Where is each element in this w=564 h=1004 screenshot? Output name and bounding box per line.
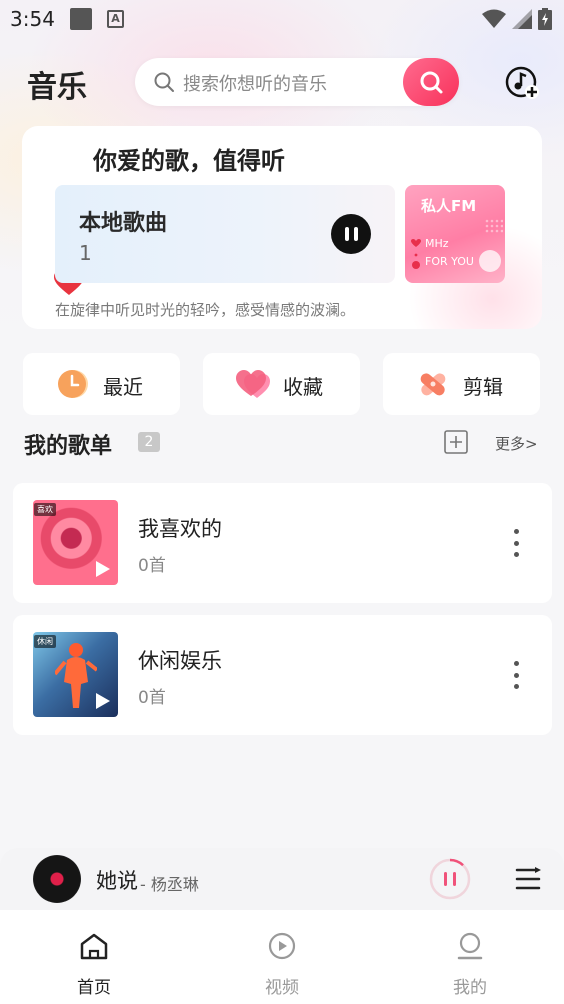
playlist-name: 我喜欢的 bbox=[138, 517, 222, 541]
search-icon bbox=[420, 71, 443, 94]
clock-icon bbox=[58, 370, 88, 398]
notification-app-icon bbox=[70, 8, 92, 30]
nav-item-home[interactable]: 首页 bbox=[34, 910, 154, 1004]
search-bar[interactable]: 搜索你想听的音乐 bbox=[135, 58, 459, 106]
menu-dot bbox=[513, 529, 519, 534]
playlists-title: 我的歌单 bbox=[24, 434, 113, 459]
playlists-count-badge: 2 bbox=[138, 432, 160, 452]
status-time: 3:54 bbox=[10, 7, 55, 31]
playlist-item[interactable]: 喜欢 我喜欢的 0首 bbox=[13, 483, 552, 603]
menu-dot bbox=[513, 661, 519, 666]
search-input[interactable]: 搜索你想听的音乐 bbox=[183, 70, 327, 96]
fm-small-icons bbox=[411, 239, 421, 269]
nav-label-video: 视频 bbox=[265, 978, 299, 998]
nav-item-video[interactable]: 视频 bbox=[222, 910, 342, 1004]
pause-bar bbox=[353, 227, 358, 241]
profile-icon bbox=[457, 932, 483, 960]
more-options-icon[interactable] bbox=[511, 529, 521, 557]
add-playlist-button[interactable] bbox=[444, 430, 468, 454]
playlist-cover: 喜欢 bbox=[33, 500, 118, 585]
home-icon bbox=[80, 933, 108, 960]
menu-dot bbox=[513, 540, 519, 546]
more-options-icon[interactable] bbox=[511, 661, 521, 689]
mini-player[interactable]: 她说 - 杨丞琳 bbox=[0, 848, 564, 910]
playlist-queue-icon[interactable] bbox=[515, 866, 541, 892]
nav-label-profile: 我的 bbox=[453, 978, 487, 998]
music-recognition-button[interactable] bbox=[504, 64, 540, 100]
playlist-cover: 休闲 bbox=[33, 632, 118, 717]
cover-figure bbox=[55, 643, 97, 708]
playlist-song-count: 0首 bbox=[138, 688, 166, 708]
fm-line-1: MHz bbox=[425, 237, 449, 250]
playlist-cover-tag: 休闲 bbox=[34, 635, 56, 648]
recent-label: 最近 bbox=[103, 375, 143, 399]
playlist-cover-tag: 喜欢 bbox=[34, 503, 56, 516]
status-bar: 3:54 A bbox=[0, 0, 564, 38]
battery-icon bbox=[538, 8, 552, 30]
status-right bbox=[482, 8, 552, 30]
search-button[interactable] bbox=[403, 58, 459, 106]
wifi-icon bbox=[482, 9, 506, 28]
favorites-button[interactable]: 收藏 bbox=[203, 353, 360, 415]
search-icon bbox=[154, 72, 174, 92]
private-fm-card[interactable]: 私人FM MHz FOR YOU bbox=[405, 185, 505, 283]
pause-bar bbox=[344, 227, 349, 241]
bottom-nav: 首页 视频 我的 bbox=[0, 910, 564, 1004]
now-playing-artist: - 杨丞琳 bbox=[140, 875, 199, 894]
recommend-caption: 在旋律中听见时光的轻吟，感受情感的波澜。 bbox=[55, 301, 356, 319]
fm-knob bbox=[479, 250, 501, 272]
nav-label-home: 首页 bbox=[77, 978, 111, 998]
pause-button[interactable] bbox=[429, 858, 471, 900]
fm-line-2: FOR YOU bbox=[425, 255, 474, 268]
favorites-label: 收藏 bbox=[283, 375, 323, 399]
page-title: 音乐 bbox=[27, 70, 87, 105]
nav-item-profile[interactable]: 我的 bbox=[410, 910, 530, 1004]
local-songs-label: 本地歌曲 bbox=[79, 211, 168, 236]
album-disc bbox=[33, 855, 81, 903]
dot-grid-icon bbox=[485, 219, 503, 233]
recent-button[interactable]: 最近 bbox=[23, 353, 180, 415]
recommend-title: 你爱的歌，值得听 bbox=[93, 147, 285, 175]
now-playing-title: 她说 bbox=[96, 869, 138, 893]
clips-label: 剪辑 bbox=[463, 375, 503, 399]
playlist-item[interactable]: 休闲 休闲娱乐 0首 bbox=[13, 615, 552, 735]
clips-button[interactable]: 剪辑 bbox=[383, 353, 540, 415]
more-link[interactable]: 更多> bbox=[495, 433, 538, 454]
playlist-name: 休闲娱乐 bbox=[138, 649, 222, 673]
hearts-icon bbox=[236, 370, 270, 398]
play-icon bbox=[96, 561, 110, 577]
cellular-signal-icon bbox=[512, 9, 532, 29]
play-icon bbox=[96, 693, 110, 709]
local-pause-button[interactable] bbox=[331, 214, 371, 254]
local-songs-count: 1 bbox=[79, 241, 92, 265]
menu-dot bbox=[513, 684, 519, 689]
keyboard-notification-icon: A bbox=[107, 10, 124, 28]
playlist-song-count: 0首 bbox=[138, 556, 166, 576]
fm-title: 私人FM bbox=[421, 197, 477, 215]
bandage-icon bbox=[420, 373, 446, 396]
video-icon bbox=[268, 932, 296, 960]
local-songs-card[interactable]: 本地歌曲 1 bbox=[55, 185, 395, 283]
menu-dot bbox=[513, 552, 519, 557]
menu-dot bbox=[513, 672, 519, 678]
